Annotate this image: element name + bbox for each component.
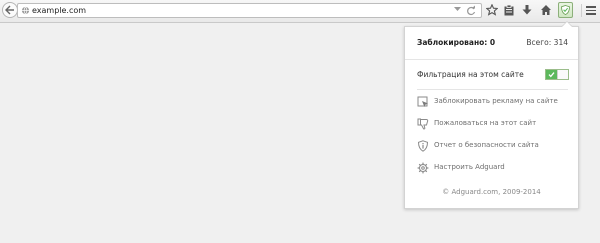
- clipboard-icon: [504, 4, 514, 16]
- security-report-action[interactable]: Отчет о безопасности сайта: [417, 140, 572, 153]
- adguard-popup: Заблокировано: 0 Всего: 314 Фильтрация н…: [404, 26, 579, 209]
- configure-adguard-action[interactable]: Настроить Adguard: [417, 162, 572, 175]
- toggle-knob: [557, 70, 568, 79]
- downloads-button[interactable]: [521, 4, 533, 17]
- gear-icon: [417, 162, 429, 174]
- thumbs-down-icon: [417, 118, 429, 130]
- globe-icon: [21, 6, 30, 15]
- back-button[interactable]: [2, 2, 18, 18]
- popup-arrow-inner: [562, 22, 572, 27]
- action-label: Отчет о безопасности сайта: [434, 141, 539, 149]
- hamburger-menu-icon[interactable]: [586, 6, 596, 17]
- block-ad-icon: [417, 96, 428, 107]
- url-text: example.com: [32, 6, 87, 15]
- star-icon: [486, 4, 498, 16]
- block-ad-action[interactable]: Заблокировать рекламу на сайте: [417, 96, 572, 109]
- copyright: © Adguard.com, 2009-2014: [442, 188, 541, 196]
- library-button[interactable]: [503, 4, 515, 17]
- chevron-down-icon[interactable]: [454, 7, 461, 12]
- action-label: Заблокировать рекламу на сайте: [434, 97, 558, 105]
- adguard-shield-icon: [561, 5, 570, 15]
- divider: [405, 59, 578, 60]
- filter-toggle[interactable]: [545, 69, 569, 80]
- browser-toolbar: example.com: [0, 0, 600, 23]
- bookmark-button[interactable]: [486, 4, 498, 17]
- home-icon: [541, 5, 551, 15]
- total-count: Всего: 314: [526, 38, 568, 47]
- toggle-on-state: [546, 70, 557, 79]
- divider: [417, 89, 568, 90]
- filter-label: Фильтрация на этом сайте: [417, 70, 524, 79]
- shield-info-icon: [417, 140, 429, 152]
- home-button[interactable]: [540, 4, 552, 17]
- checkmark-icon: [548, 72, 555, 78]
- download-icon: [522, 5, 532, 15]
- back-arrow-icon: [5, 5, 14, 15]
- toolbar-separator: [581, 4, 582, 17]
- action-label: Пожаловаться на этот сайт: [434, 119, 537, 127]
- adguard-toolbar-button[interactable]: [558, 2, 573, 18]
- action-label: Настроить Adguard: [434, 163, 505, 171]
- url-bar[interactable]: example.com: [17, 3, 482, 18]
- report-site-action[interactable]: Пожаловаться на этот сайт: [417, 118, 572, 131]
- reload-icon[interactable]: [466, 5, 476, 16]
- blocked-count: Заблокировано: 0: [417, 38, 496, 47]
